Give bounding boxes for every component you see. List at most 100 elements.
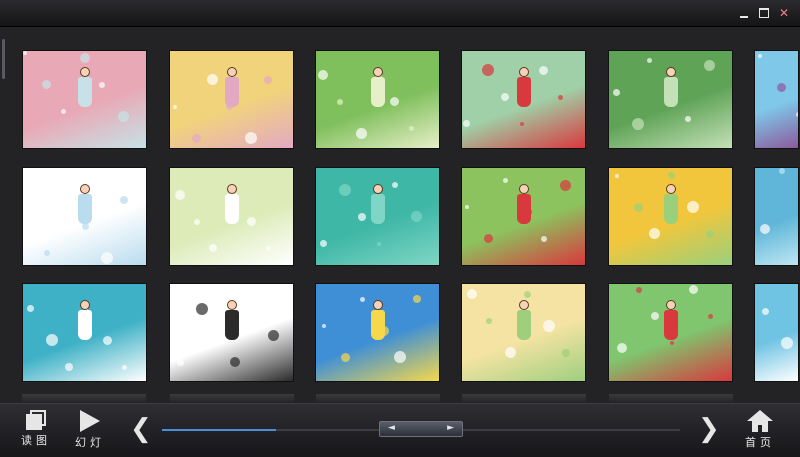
scroll-indicator[interactable] bbox=[2, 39, 5, 79]
decoration-dot bbox=[175, 190, 185, 200]
decoration-dot bbox=[173, 105, 177, 109]
decoration-dot bbox=[503, 178, 508, 183]
decoration-dot bbox=[358, 213, 366, 221]
decoration-dot bbox=[651, 312, 659, 320]
figure-illustration bbox=[224, 183, 239, 242]
decoration-dot bbox=[647, 58, 652, 63]
figure-illustration bbox=[224, 299, 239, 358]
thumbnail-3-5[interactable] bbox=[609, 284, 732, 381]
figure-illustration bbox=[370, 183, 385, 242]
decoration-dot bbox=[613, 89, 620, 96]
decoration-dot bbox=[539, 66, 548, 75]
figure-illustration bbox=[370, 66, 385, 125]
home-button[interactable]: 首页 bbox=[740, 410, 780, 450]
decoration-dot bbox=[194, 219, 200, 225]
thumbnail-3-2[interactable] bbox=[170, 284, 293, 381]
thumbnail-3-1[interactable] bbox=[23, 284, 146, 381]
thumbnail-1-5[interactable] bbox=[609, 51, 732, 148]
next-row-hint bbox=[316, 394, 440, 403]
thumbnail-1-6[interactable] bbox=[755, 51, 798, 148]
title-bar: ✕ bbox=[0, 0, 800, 27]
decoration-dot bbox=[636, 287, 642, 293]
decoration-dot bbox=[541, 236, 547, 242]
decoration-dot bbox=[341, 353, 350, 362]
home-label: 首页 bbox=[745, 436, 775, 449]
figure-illustration bbox=[77, 299, 92, 358]
page-scroller[interactable]: ◄ ► bbox=[379, 421, 463, 437]
decoration-dot bbox=[61, 109, 66, 114]
decoration-dot bbox=[322, 324, 326, 328]
decoration-dot bbox=[23, 51, 27, 55]
decoration-dot bbox=[708, 314, 713, 319]
decoration-dot bbox=[80, 53, 90, 63]
decoration-dot bbox=[392, 182, 398, 188]
decoration-dot bbox=[101, 252, 113, 264]
decoration-dot bbox=[615, 174, 619, 178]
next-page-button[interactable]: ❯ bbox=[698, 414, 720, 444]
decoration-dot bbox=[339, 184, 351, 196]
decoration-dot bbox=[649, 228, 660, 239]
thumbnail-3-3[interactable] bbox=[316, 284, 439, 381]
decoration-dot bbox=[467, 289, 477, 299]
decoration-dot bbox=[634, 203, 643, 212]
decoration-dot bbox=[266, 246, 271, 251]
thumbnail-1-2[interactable] bbox=[170, 51, 293, 148]
decoration-dot bbox=[505, 347, 516, 358]
thumbnail-2-1[interactable] bbox=[23, 168, 146, 265]
thumbnail-1-3[interactable] bbox=[316, 51, 439, 148]
thumbnail-gallery bbox=[0, 27, 800, 403]
close-button[interactable]: ✕ bbox=[776, 5, 792, 21]
thumbnail-2-6[interactable] bbox=[755, 168, 798, 265]
minimize-button[interactable] bbox=[736, 5, 752, 21]
figure-illustration bbox=[516, 299, 531, 358]
decoration-dot bbox=[689, 285, 698, 294]
decoration-dot bbox=[762, 308, 769, 315]
figure-illustration bbox=[516, 66, 531, 125]
thumbnail-2-3[interactable] bbox=[316, 168, 439, 265]
decoration-dot bbox=[27, 305, 34, 312]
decoration-dot bbox=[781, 337, 793, 349]
decoration-dot bbox=[25, 221, 35, 231]
thumbnail-3-4[interactable] bbox=[462, 284, 585, 381]
read-image-label: 读图 bbox=[21, 434, 51, 447]
decoration-dot bbox=[617, 343, 627, 353]
decoration-dot bbox=[63, 194, 74, 205]
read-image-button[interactable]: 读图 bbox=[16, 410, 56, 448]
maximize-button[interactable] bbox=[756, 5, 772, 21]
decoration-dot bbox=[120, 196, 128, 204]
previous-page-button[interactable]: ❮ bbox=[130, 414, 152, 444]
decoration-dot bbox=[196, 303, 208, 315]
thumbnail-2-5[interactable] bbox=[609, 168, 732, 265]
figure-illustration bbox=[370, 299, 385, 358]
thumbnail-1-4[interactable] bbox=[462, 51, 585, 148]
decoration-dot bbox=[482, 64, 494, 76]
slideshow-button[interactable]: 幻灯 bbox=[72, 410, 108, 450]
page-slider-progress bbox=[162, 429, 276, 431]
decoration-dot bbox=[177, 359, 184, 366]
thumbnail-2-4[interactable] bbox=[462, 168, 585, 265]
figure-illustration bbox=[663, 66, 678, 125]
decoration-dot bbox=[118, 111, 129, 122]
decoration-dot bbox=[337, 99, 343, 105]
thumbnail-2-2[interactable] bbox=[170, 168, 293, 265]
thumbnail-3-6[interactable] bbox=[755, 284, 798, 381]
decoration-dot bbox=[394, 351, 406, 363]
next-row-hint bbox=[609, 394, 733, 403]
thumbnail-1-1[interactable] bbox=[23, 51, 146, 148]
decoration-dot bbox=[247, 217, 256, 226]
decoration-dot bbox=[103, 336, 112, 345]
decoration-dot bbox=[209, 244, 217, 252]
figure-illustration bbox=[663, 299, 678, 358]
decoration-dot bbox=[268, 330, 279, 341]
decoration-dot bbox=[192, 134, 201, 143]
play-icon bbox=[80, 410, 100, 432]
next-row-hint bbox=[170, 394, 294, 403]
decoration-dot bbox=[65, 363, 73, 371]
decoration-dot bbox=[779, 168, 785, 174]
decoration-dot bbox=[409, 126, 414, 131]
home-icon bbox=[747, 410, 773, 432]
decoration-dot bbox=[543, 320, 555, 332]
pager-right-icon[interactable]: ► bbox=[447, 423, 454, 433]
figure-illustration bbox=[224, 66, 239, 125]
pager-left-icon[interactable]: ◄ bbox=[388, 423, 395, 433]
